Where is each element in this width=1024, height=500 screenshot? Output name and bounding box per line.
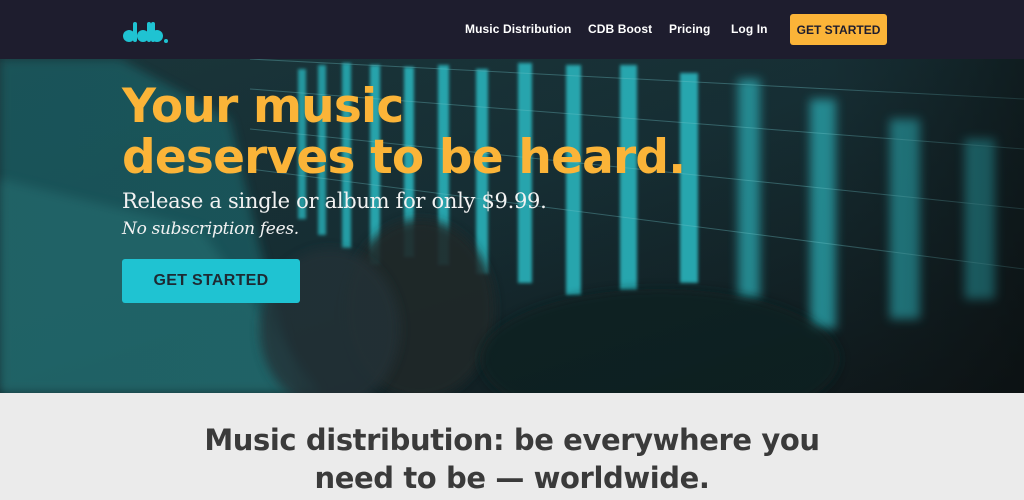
hero-get-started-button[interactable]: GET STARTED bbox=[122, 259, 300, 303]
hero-headline-line-1: Your music bbox=[122, 79, 404, 134]
distribution-section: Music distribution: be everywhere you ne… bbox=[0, 393, 1024, 500]
nav-link-log-in[interactable]: Log In bbox=[731, 22, 768, 38]
hero-section: Your music deserves to be heard. Release… bbox=[0, 59, 1024, 393]
hero-headline: Your music deserves to be heard. bbox=[122, 81, 742, 183]
nav-link-cdb-boost[interactable]: CDB Boost bbox=[588, 22, 652, 38]
section-title-line-2: need to be — worldwide. bbox=[314, 461, 710, 495]
hero-note: No subscription fees. bbox=[122, 219, 299, 239]
nav-link-pricing[interactable]: Pricing bbox=[669, 22, 710, 38]
hero-headline-line-2: deserves to be heard. bbox=[122, 130, 686, 185]
section-title-line-1: Music distribution: be everywhere you bbox=[204, 423, 820, 457]
distribution-section-title: Music distribution: be everywhere you ne… bbox=[0, 421, 1024, 497]
nav-get-started-button[interactable]: GET STARTED bbox=[790, 14, 887, 45]
cdbaby-logo-icon[interactable] bbox=[122, 16, 170, 44]
nav-link-music-distribution[interactable]: Music Distribution bbox=[465, 22, 571, 38]
top-navigation-bar: Music Distribution CDB Boost Pricing Log… bbox=[0, 0, 1024, 59]
hero-subline: Release a single or album for only $9.99… bbox=[122, 189, 547, 213]
